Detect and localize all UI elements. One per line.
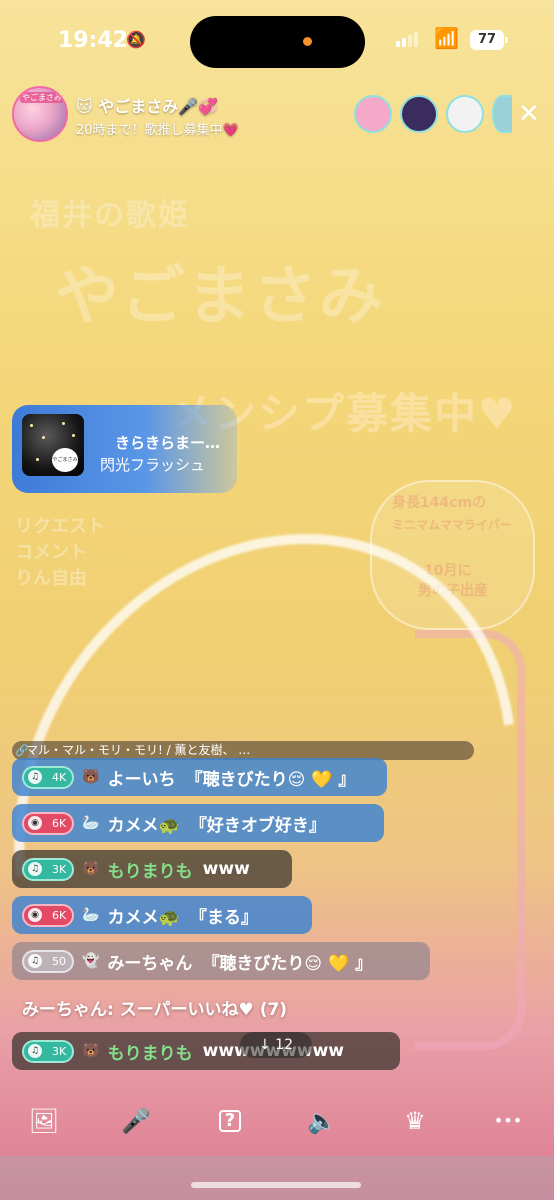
music-note-icon: ♫ (28, 770, 42, 784)
music-note-icon: ♫ (28, 954, 42, 968)
background-poster: 福井の歌姫 やごまさみ メンシプ募集中♥ 身長144cmの ミニマムママライバー… (0, 0, 554, 1200)
speaker-icon[interactable]: 🔈 (302, 1098, 342, 1144)
comment-user[interactable]: もりまりも (108, 1039, 193, 1064)
fan-level-badge: ♫ 4K (22, 765, 75, 789)
comment-row[interactable]: ♫3K 🐻 もりまりも wwwwwwwww (12, 1032, 400, 1070)
crown-icon[interactable]: ♛ (395, 1098, 435, 1144)
comment-user[interactable]: みーちゃん (107, 949, 192, 974)
recording-dot-icon (303, 37, 312, 46)
now-playing-card[interactable]: やごまさみ きらきらまー… 閃光フラッシュ (12, 405, 237, 493)
user-bear-icon: 🐻 (82, 1043, 100, 1059)
new-comments-button[interactable]: ↓ 12 (240, 1032, 312, 1058)
comment-row[interactable]: ♫ 4K 🐻 よーいち 『聴きびたり😌 💛 』 (12, 758, 387, 796)
avatar-tag: やごまさみ (20, 92, 64, 103)
fan-level-badge: ♫ 3K (22, 857, 75, 881)
comment-text: www (202, 859, 250, 879)
viewer-avatar[interactable] (492, 95, 512, 133)
poster-left-3: りん自由 (15, 568, 87, 589)
stream-subtitle: 20時まで！歌推し募集中💗 (76, 123, 239, 138)
fan-level-badge: ♫ 3K (22, 1039, 75, 1063)
viewer-avatar[interactable] (446, 95, 484, 133)
host-avatar[interactable]: やごまさみ (12, 86, 68, 142)
clock: 19:42 (58, 28, 129, 53)
fan-level-badge: ◉ 6K (22, 903, 75, 927)
song-artist: 閃光フラッシュ (100, 456, 206, 474)
comment-user[interactable]: もりまりも (108, 857, 193, 882)
comment-user[interactable]: カメメ🐢 (108, 811, 180, 836)
close-icon[interactable]: ✕ (518, 98, 540, 130)
poster-left-2: コメント (15, 542, 87, 563)
muted-bell-icon: 🔕 (126, 30, 146, 49)
viewer-avatar[interactable] (354, 95, 392, 133)
comment-user[interactable]: よーいち (108, 765, 176, 790)
super-like-notice: みーちゃん: スーパーいいね♥ (7) (22, 1000, 288, 1020)
ticker-text: マル・マル・モリ・モリ! / 薫と友樹、 … (26, 743, 251, 757)
comment-row[interactable]: ♫ 50 👻 みーちゃん 『聴きびたり😌 💛 』 (12, 942, 430, 980)
user-bear-icon: 🐻 (82, 769, 100, 785)
viewer-avatar[interactable] (400, 95, 438, 133)
microphone-icon[interactable]: 🎤 (116, 1098, 156, 1144)
dynamic-island (190, 16, 365, 68)
more-icon[interactable]: ••• (488, 1098, 528, 1144)
poster-line2: やごまさみ (55, 260, 385, 334)
user-bear-icon: 🐻 (82, 861, 100, 877)
comment-text: 『聴きびたり😌 💛 』 (185, 769, 356, 790)
music-note-icon: ♫ (28, 862, 42, 876)
user-swan-icon: 🦢 (82, 815, 100, 831)
cellular-signal-icon (396, 32, 418, 47)
badge-ring-icon: ◉ (28, 816, 42, 830)
poster-right-bubble (370, 480, 535, 630)
poster-right-2: ミニマムママライバー (392, 518, 512, 532)
status-bar: 19:42 🔕 📶 77 (0, 0, 554, 84)
user-ghost-icon: 👻 (82, 953, 100, 969)
poster-pearl-frame (415, 630, 525, 1050)
comment-text: 『まる』 (189, 907, 258, 928)
home-indicator[interactable] (191, 1182, 361, 1188)
image-icon[interactable]: 🖼 (24, 1098, 64, 1144)
comment-text: 『聴きびたり😌 💛 』 (202, 953, 373, 974)
poster-right-3: 10月に (424, 563, 472, 579)
home-strip (0, 1156, 554, 1200)
poster-right-4: 男の子出産 (418, 583, 488, 599)
comment-row[interactable]: ◉ 6K 🦢 カメメ🐢 『好きオブ好き』 (12, 804, 384, 842)
song-title: きらきらまー… (115, 434, 221, 452)
user-swan-icon: 🦢 (82, 907, 100, 923)
fan-level-badge: ♫ 50 (22, 949, 74, 973)
comment-row[interactable]: ♫ 3K 🐻 もりまりも www (12, 850, 292, 888)
battery-icon: 77 (470, 30, 508, 50)
album-art: やごまさみ (22, 414, 84, 476)
fan-level-badge: ◉ 6K (22, 811, 75, 835)
live-stream-screen: 福井の歌姫 やごまさみ メンシプ募集中♥ 身長144cmの ミニマムママライバー… (0, 0, 554, 1200)
comment-text: 『好きオブ好き』 (189, 815, 326, 836)
wifi-icon: 📶 (434, 26, 459, 50)
poster-left-1: リクエスト (15, 516, 105, 537)
comment-user[interactable]: カメメ🐢 (108, 903, 180, 928)
poster-line1: 福井の歌姫 (30, 198, 190, 233)
poster-right-1: 身長144cmの (392, 495, 487, 511)
comment-row[interactable]: ◉ 6K 🦢 カメメ🐢 『まる』 (12, 896, 312, 934)
bottom-toolbar: 🖼 🎤 ? 🔈 ♛ ••• (0, 1098, 554, 1144)
host-name[interactable]: 🐱 やごまさみ🎤💞 (76, 93, 218, 117)
badge-ring-icon: ◉ (28, 908, 42, 922)
question-icon[interactable]: ? (210, 1098, 250, 1144)
album-sticker: やごまさみ (52, 448, 78, 472)
music-note-icon: ♫ (28, 1044, 42, 1058)
